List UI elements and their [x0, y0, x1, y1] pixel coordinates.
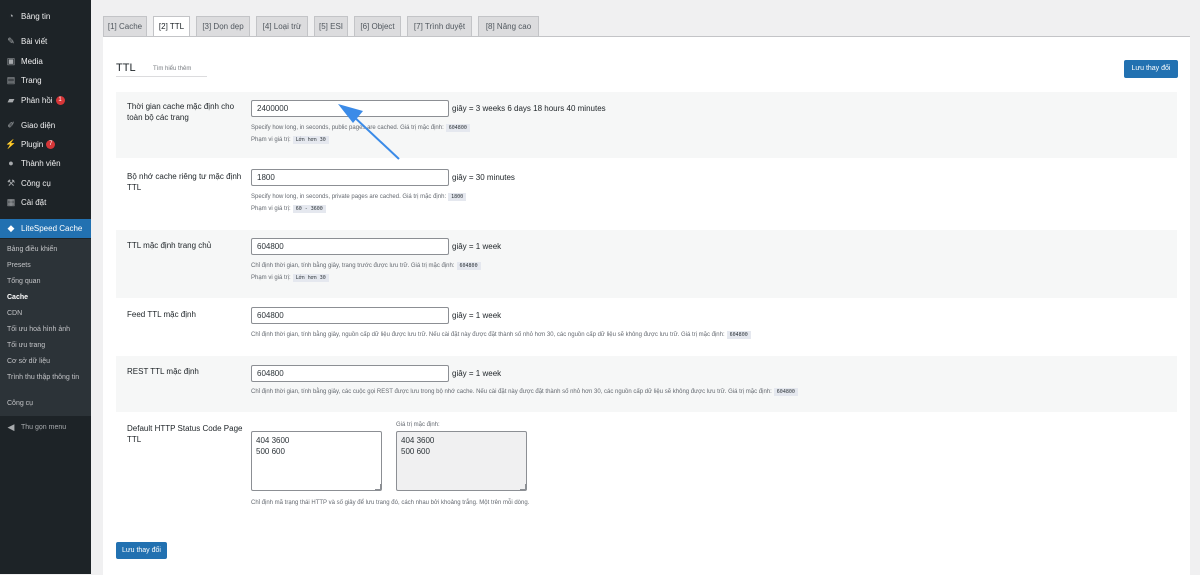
annotation-arrow-head	[338, 104, 363, 123]
annotation-arrow	[338, 104, 400, 160]
annotation-arrow-shaft	[351, 114, 400, 160]
